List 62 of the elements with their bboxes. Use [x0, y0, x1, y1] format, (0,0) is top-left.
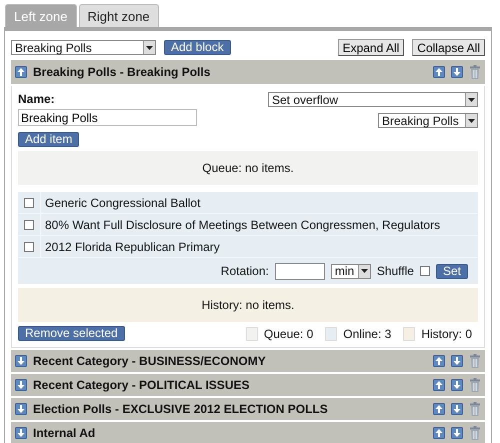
dropdown-caret-icon	[465, 114, 477, 127]
remove-selected-button[interactable]: Remove selected	[18, 326, 125, 341]
block-header[interactable]: Recent Category - BUSINESS/ECONOMY	[11, 350, 485, 372]
block-title: Election Polls - EXCLUSIVE 2012 ELECTION POLLS	[33, 402, 329, 416]
trash-icon[interactable]	[469, 65, 481, 79]
expand-all-button[interactable]: Expand All	[338, 39, 404, 56]
collapse-all-button[interactable]: Collapse All	[412, 39, 485, 56]
block-title: Recent Category - POLITICAL ISSUES	[33, 378, 250, 392]
add-item-button[interactable]: Add item	[18, 132, 80, 147]
rotation-unit-select[interactable]: min	[330, 264, 371, 278]
shuffle-checkbox[interactable]	[420, 266, 430, 276]
block-header[interactable]: Internal Ad	[11, 422, 485, 443]
dropdown-caret-icon	[358, 264, 370, 278]
block-header[interactable]: Election Polls - EXCLUSIVE 2012 ELECTION POLLS	[11, 398, 485, 420]
dropdown-caret-icon	[465, 93, 477, 106]
move-up-icon[interactable]	[433, 66, 445, 78]
name-input[interactable]: Breaking Polls	[18, 109, 197, 126]
item-checkbox[interactable]	[24, 242, 34, 252]
move-up-icon[interactable]	[433, 427, 445, 439]
trash-icon[interactable]	[469, 354, 481, 368]
shuffle-label: Shuffle	[376, 264, 414, 278]
move-up-icon[interactable]	[433, 379, 445, 391]
rotation-input[interactable]	[274, 262, 325, 280]
collapse-arrow-icon[interactable]	[15, 66, 27, 78]
expand-arrow-icon[interactable]	[15, 379, 27, 391]
move-down-icon[interactable]	[451, 66, 463, 78]
overflow-select[interactable]: Set overflow	[268, 92, 478, 107]
move-down-icon[interactable]	[451, 355, 463, 367]
block-title: Recent Category - BUSINESS/ECONOMY	[33, 354, 267, 368]
trash-icon[interactable]	[469, 378, 481, 392]
move-down-icon[interactable]	[451, 379, 463, 391]
item-label: 80% Want Full Disclosure of Meetings Between Congressmen, Regulators	[44, 218, 440, 232]
block-header[interactable]: Breaking Polls - Breaking Polls	[11, 60, 485, 84]
set-button[interactable]: Set	[436, 264, 468, 278]
legend-label: Online: 3	[343, 326, 392, 340]
item-checkbox[interactable]	[24, 198, 34, 208]
name-label: Name:	[18, 92, 55, 106]
block-title: Internal Ad	[33, 426, 96, 440]
overflow-target-select[interactable]: Breaking Polls	[378, 113, 478, 128]
move-down-icon[interactable]	[451, 427, 463, 439]
item-label: 2012 Florida Republican Primary	[44, 240, 220, 254]
zone-tab[interactable]: Right zone	[78, 4, 159, 27]
trash-icon[interactable]	[469, 426, 481, 440]
legend-label: Queue: 0	[264, 326, 314, 340]
add-block-button[interactable]: Add block	[164, 40, 231, 55]
dropdown-caret-icon	[143, 41, 155, 54]
move-up-icon[interactable]	[433, 403, 445, 415]
legend-label: History: 0	[421, 326, 472, 340]
block-header[interactable]: Recent Category - POLITICAL ISSUES	[11, 374, 485, 396]
item-checkbox[interactable]	[24, 220, 34, 230]
move-up-icon[interactable]	[433, 355, 445, 367]
block-select[interactable]: Breaking Polls	[11, 40, 156, 55]
rotation-label: Rotation:	[220, 264, 269, 278]
expand-arrow-icon[interactable]	[15, 355, 27, 367]
expand-arrow-icon[interactable]	[15, 427, 27, 439]
move-down-icon[interactable]	[451, 403, 463, 415]
item-label: Generic Congressional Ballot	[44, 196, 200, 210]
history-message: History: no items.	[18, 288, 478, 322]
trash-icon[interactable]	[469, 402, 481, 416]
queue-message: Queue: no items.	[18, 151, 478, 185]
expand-arrow-icon[interactable]	[15, 403, 27, 415]
block-title: Breaking Polls - Breaking Polls	[33, 65, 212, 79]
